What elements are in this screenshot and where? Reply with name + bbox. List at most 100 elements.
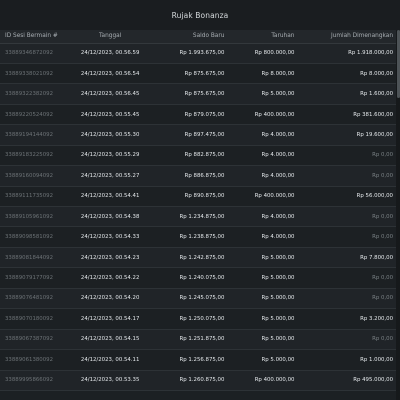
cell-session-id[interactable]: 33889081844092 bbox=[0, 247, 74, 267]
cell-session-id[interactable]: 33889079177092 bbox=[0, 268, 74, 288]
cell-bet: Rp 5.000,00 bbox=[261, 315, 295, 322]
table-row[interactable]: 33889183225092 24/12/2023, 00.55.29 Rp 882… bbox=[0, 145, 396, 166]
cell-session-id[interactable]: 33889160094092 bbox=[0, 166, 74, 186]
cell-bet: Rp 5.000,00 bbox=[261, 336, 295, 343]
cell-win-amount: Rp 1.600,00 bbox=[360, 91, 393, 98]
cell-win-amount: Rp 0,00 bbox=[372, 275, 393, 282]
table-row[interactable]: 33889160094092 24/12/2023, 00.55.27 Rp 886… bbox=[0, 165, 396, 187]
cell-date: 24/12/2023, 00.55.30 bbox=[80, 131, 140, 138]
column-header-id[interactable]: ID Sesi Bermain # bbox=[0, 30, 75, 44]
cell-date: 24/12/2023, 00.54.41 bbox=[80, 193, 140, 200]
cell-session-id[interactable]: 33889183225092 bbox=[0, 145, 74, 165]
cell-balance: Rp 890.875,00 bbox=[184, 193, 225, 200]
cell-win-amount: Rp 3.200,00 bbox=[360, 315, 393, 322]
cell-session-id[interactable]: 33889098581092 bbox=[0, 227, 74, 247]
cell-date: 24/12/2023, 00.55.29 bbox=[80, 152, 140, 159]
cell-date: 24/12/2023, 00.55.27 bbox=[80, 172, 140, 179]
cell-win-amount: Rp 1.000,00 bbox=[360, 356, 393, 363]
column-header-balance[interactable]: Saldo Baru bbox=[146, 30, 229, 44]
table-row[interactable]: 33889995866092 24/12/2023, 00.53.35 Rp 1.2… bbox=[0, 370, 396, 391]
cell-date: 24/12/2023, 00.56.54 bbox=[80, 70, 140, 77]
table-row[interactable]: 33889105961092 24/12/2023, 00.54.38 Rp 1.2… bbox=[0, 206, 396, 227]
page-title: Rujak Bonanza bbox=[171, 10, 229, 20]
cell-win-amount: Rp 0,00 bbox=[372, 295, 393, 302]
cell-bet: Rp 400.000,00 bbox=[254, 111, 295, 118]
cell-bet: Rp 5.000,00 bbox=[261, 91, 295, 98]
cell-win-amount: Rp 0,00 bbox=[372, 152, 393, 159]
cell-session-id[interactable]: 33889194144092 bbox=[0, 125, 74, 145]
cell-bet: Rp 4.000,00 bbox=[261, 172, 295, 179]
cell-session-id[interactable]: 33889346872092 bbox=[0, 43, 74, 63]
cell-session-id[interactable]: 33889220524092 bbox=[0, 104, 74, 124]
header-row: ID Sesi Bermain # Tanggal Saldo Baru Tar… bbox=[0, 30, 396, 44]
cell-date: 24/12/2023, 00.56.59 bbox=[80, 50, 140, 57]
cell-date: 24/12/2023, 00.54.22 bbox=[80, 275, 140, 282]
cell-bet: Rp 5.000,00 bbox=[261, 295, 295, 302]
cell-bet: Rp 5.000,00 bbox=[261, 356, 295, 363]
cell-session-id[interactable]: 33889061380092 bbox=[0, 350, 74, 370]
table-row[interactable]: 33889070180092 24/12/2023, 00.54.17 Rp 1.2… bbox=[0, 308, 396, 330]
column-header-win[interactable]: Jumlah Dimenangkan bbox=[296, 30, 396, 44]
cell-win-amount: Rp 0,00 bbox=[372, 172, 393, 179]
cell-date: 24/12/2023, 00.54.38 bbox=[80, 213, 140, 220]
cell-bet: Rp 5.000,00 bbox=[261, 254, 295, 261]
cell-balance: Rp 879.075,00 bbox=[184, 111, 225, 118]
cell-balance: Rp 1.251.875,00 bbox=[179, 336, 225, 343]
cell-date: 24/12/2023, 00.54.15 bbox=[80, 336, 140, 343]
table-row[interactable]: 33889111735092 24/12/2023, 00.54.41 Rp 890… bbox=[0, 186, 396, 207]
table-row[interactable]: 33889079177092 24/12/2023, 00.54.22 Rp 1.2… bbox=[0, 267, 396, 289]
table-row[interactable]: 33889098581092 24/12/2023, 00.54.33 Rp 1.2… bbox=[0, 226, 396, 248]
table-row[interactable]: 33889067387092 24/12/2023, 00.54.15 Rp 1.2… bbox=[0, 329, 396, 350]
table-row[interactable]: 33889346872092 24/12/2023, 00.56.59 Rp 1.9… bbox=[0, 43, 396, 64]
cell-session-id[interactable]: 33889995866092 bbox=[0, 370, 74, 390]
table-row[interactable]: 33889220524092 24/12/2023, 00.55.45 Rp 879… bbox=[0, 104, 396, 125]
cell-balance: Rp 1.250.075,00 bbox=[179, 315, 225, 322]
cell-session-id[interactable]: 33889070180092 bbox=[0, 309, 74, 329]
cell-win-amount: Rp 1.918.000,00 bbox=[348, 50, 393, 57]
cell-balance: Rp 886.875,00 bbox=[184, 172, 225, 179]
cell-balance: Rp 1.242.875,00 bbox=[179, 254, 225, 261]
scrollbar-thumb[interactable] bbox=[396, 30, 400, 98]
cell-bet: Rp 4.000,00 bbox=[261, 131, 295, 138]
table-row[interactable]: 33889081844092 24/12/2023, 00.54.23 Rp 1.2… bbox=[0, 247, 396, 268]
cell-bet: Rp 8.000,00 bbox=[261, 70, 295, 77]
cell-balance: Rp 875.675,00 bbox=[184, 91, 225, 98]
table-row[interactable]: 33889322382092 24/12/2023, 00.56.45 Rp 875… bbox=[0, 83, 396, 105]
column-header-date[interactable]: Tanggal bbox=[74, 30, 147, 44]
column-header-bet[interactable]: Taruhan bbox=[228, 30, 297, 44]
cell-session-id[interactable]: 33889322382092 bbox=[0, 84, 74, 104]
history-table-container[interactable]: ID Sesi Bermain # Tanggal Saldo Baru Tar… bbox=[0, 30, 396, 400]
cell-date: 24/12/2023, 00.54.23 bbox=[80, 254, 140, 261]
cell-balance: Rp 1.245.075,00 bbox=[179, 295, 225, 302]
cell-win-amount: Rp 19.600,00 bbox=[356, 131, 393, 138]
table-row[interactable]: 33889338021092 24/12/2023, 00.56.54 Rp 875… bbox=[0, 63, 396, 84]
cell-session-id[interactable]: 33889067387092 bbox=[0, 329, 74, 349]
cell-bet: Rp 800.000,00 bbox=[254, 50, 295, 57]
vertical-scrollbar[interactable] bbox=[396, 30, 400, 400]
cell-bet: Rp 4.000,00 bbox=[261, 152, 295, 159]
cell-bet: Rp 400.000,00 bbox=[254, 193, 295, 200]
cell-win-amount: Rp 56.000,00 bbox=[356, 193, 393, 200]
cell-balance: Rp 1.260.875,00 bbox=[179, 377, 225, 384]
cell-bet: Rp 4.000,00 bbox=[261, 213, 295, 220]
game-title-bar: Rujak Bonanza bbox=[0, 0, 400, 30]
cell-bet: Rp 5.000,00 bbox=[261, 275, 295, 282]
cell-balance: Rp 1.240.075,00 bbox=[179, 275, 225, 282]
cell-win-amount: Rp 381.600,00 bbox=[353, 111, 393, 118]
cell-bet: Rp 4.000,00 bbox=[261, 234, 295, 241]
cell-win-amount: Rp 0,00 bbox=[372, 234, 393, 241]
cell-session-id[interactable]: 33889076481092 bbox=[0, 288, 74, 308]
cell-balance: Rp 897.475,00 bbox=[184, 131, 225, 138]
cell-win-amount: Rp 495.000,00 bbox=[353, 377, 393, 384]
history-table: ID Sesi Bermain # Tanggal Saldo Baru Tar… bbox=[0, 30, 396, 391]
cell-session-id[interactable]: 33889111735092 bbox=[0, 186, 74, 206]
table-row[interactable]: 33889076481092 24/12/2023, 00.54.20 Rp 1.2… bbox=[0, 288, 396, 309]
cell-session-id[interactable]: 33889105961092 bbox=[0, 207, 74, 227]
cell-win-amount: Rp 8.000,00 bbox=[360, 70, 393, 77]
cell-balance: Rp 1.238.875,00 bbox=[179, 234, 225, 241]
cell-session-id[interactable]: 33889338021092 bbox=[0, 63, 74, 83]
cell-date: 24/12/2023, 00.54.33 bbox=[80, 234, 140, 241]
table-row[interactable]: 33889194144092 24/12/2023, 00.55.30 Rp 897… bbox=[0, 124, 396, 146]
table-row[interactable]: 33889061380092 24/12/2023, 00.54.11 Rp 1.2… bbox=[0, 349, 396, 370]
cell-balance: Rp 1.234.875,00 bbox=[179, 213, 225, 220]
